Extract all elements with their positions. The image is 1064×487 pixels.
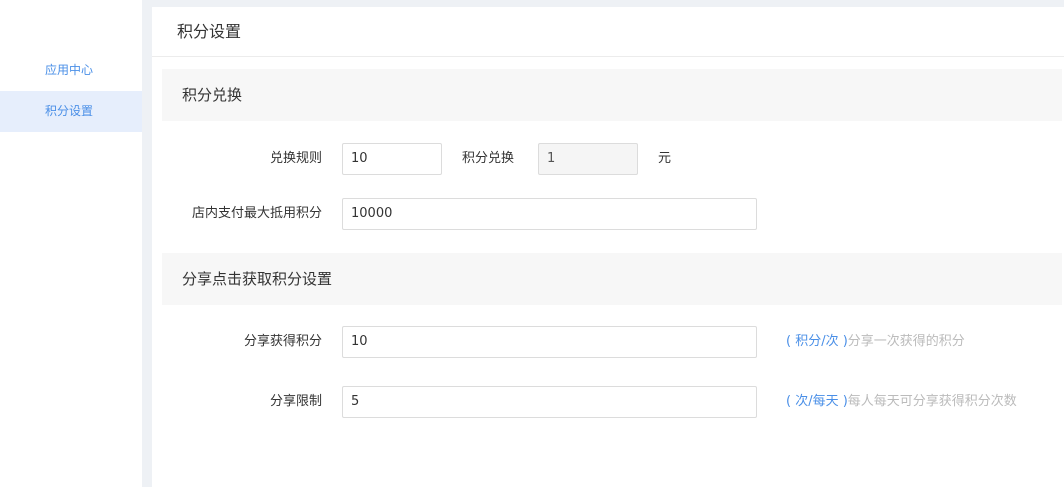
share-points-hint: ( 积分/次 )分享一次获得的积分: [786, 326, 965, 358]
share-limit-unit: ( 次/每天 ): [786, 394, 848, 409]
share-points-desc: 分享一次获得的积分: [847, 334, 965, 349]
main-panel: 积分设置 积分兑换 兑换规则 10 积分兑换 1 元 店内支付最大抵用积分 10…: [152, 7, 1064, 487]
max-deduct-label: 店内支付最大抵用积分: [191, 206, 322, 221]
points-exchange-input: 1: [538, 143, 638, 175]
section-share-points: 分享点击获取积分设置: [162, 253, 1062, 305]
share-limit-input[interactable]: 5: [342, 386, 757, 418]
share-limit-label: 分享限制: [269, 394, 322, 409]
share-points-unit: ( 积分/次 ): [786, 334, 848, 349]
sidebar-item-label: 积分设置: [45, 104, 94, 118]
max-deduct-input[interactable]: 10000: [342, 198, 757, 230]
sidebar-item-label: 应用中心: [45, 63, 94, 77]
exchange-rule-input[interactable]: 10: [342, 143, 442, 175]
share-limit-desc: 每人每天可分享获得积分次数: [847, 394, 1017, 409]
sidebar-item-app-center[interactable]: 应用中心: [0, 50, 142, 91]
section-points-exchange: 积分兑换: [162, 69, 1062, 121]
page-title: 积分设置: [152, 7, 1064, 57]
share-points-input[interactable]: 10: [342, 326, 757, 358]
points-exchange-label: 积分兑换: [462, 151, 515, 166]
sidebar: 应用中心 积分设置: [0, 0, 142, 487]
share-points-label: 分享获得积分: [243, 334, 322, 349]
currency-unit: 元: [658, 151, 672, 166]
exchange-rule-label: 兑换规则: [269, 151, 322, 166]
share-limit-hint: ( 次/每天 )每人每天可分享获得积分次数: [786, 386, 1017, 418]
sidebar-item-points-settings[interactable]: 积分设置: [0, 91, 142, 132]
